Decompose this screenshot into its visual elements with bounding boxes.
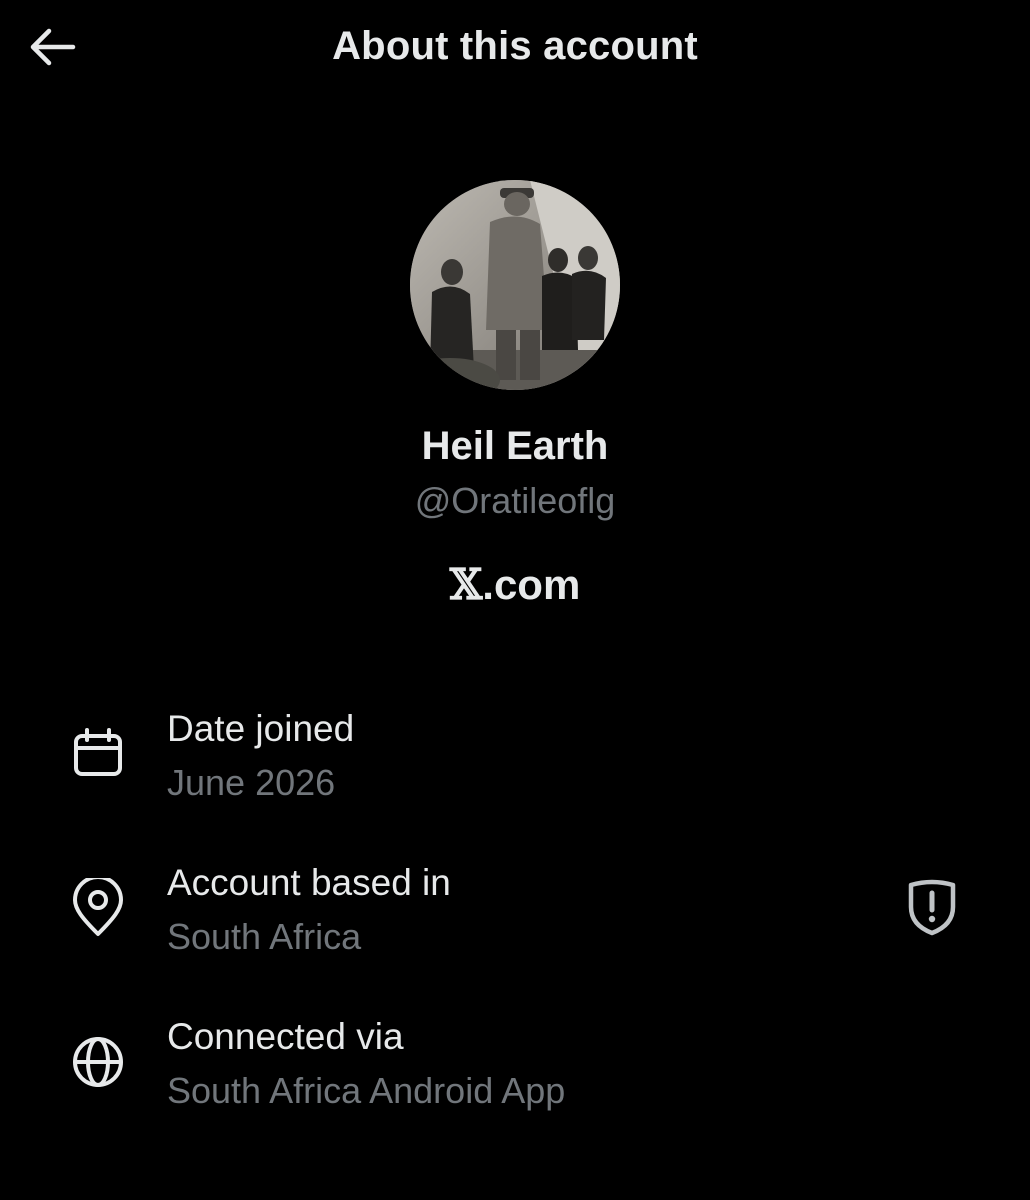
date-joined-value: June 2026	[167, 762, 336, 803]
calendar-icon	[68, 724, 128, 784]
account-based-in-value: South Africa	[167, 916, 362, 957]
page-title: About this account	[332, 24, 698, 68]
date-joined-row: Date joined June 2026	[0, 700, 1030, 820]
user-handle: @Oratileoflg	[414, 480, 616, 521]
avatar-photo	[410, 180, 620, 390]
connected-via-label: Connected via	[167, 1016, 404, 1057]
display-name: Heil Earth	[421, 424, 609, 468]
date-joined-label: Date joined	[167, 708, 355, 749]
globe-icon	[68, 1032, 128, 1092]
shield-alert-button[interactable]	[900, 876, 964, 940]
location-pin-icon	[68, 878, 128, 938]
platform-label: 𝕏.com	[0, 560, 1030, 609]
x-logo-icon: 𝕏	[449, 560, 483, 609]
shield-alert-icon	[908, 879, 956, 936]
account-based-in-label: Account based in	[167, 862, 451, 903]
avatar[interactable]	[410, 180, 620, 390]
connected-via-row: Connected via South Africa Android App	[0, 1008, 1030, 1128]
platform-domain: .com	[482, 561, 581, 608]
connected-via-value: South Africa Android App	[167, 1070, 566, 1111]
account-based-in-row: Account based in South Africa	[0, 854, 1030, 974]
top-bar: About this account	[0, 0, 1030, 96]
